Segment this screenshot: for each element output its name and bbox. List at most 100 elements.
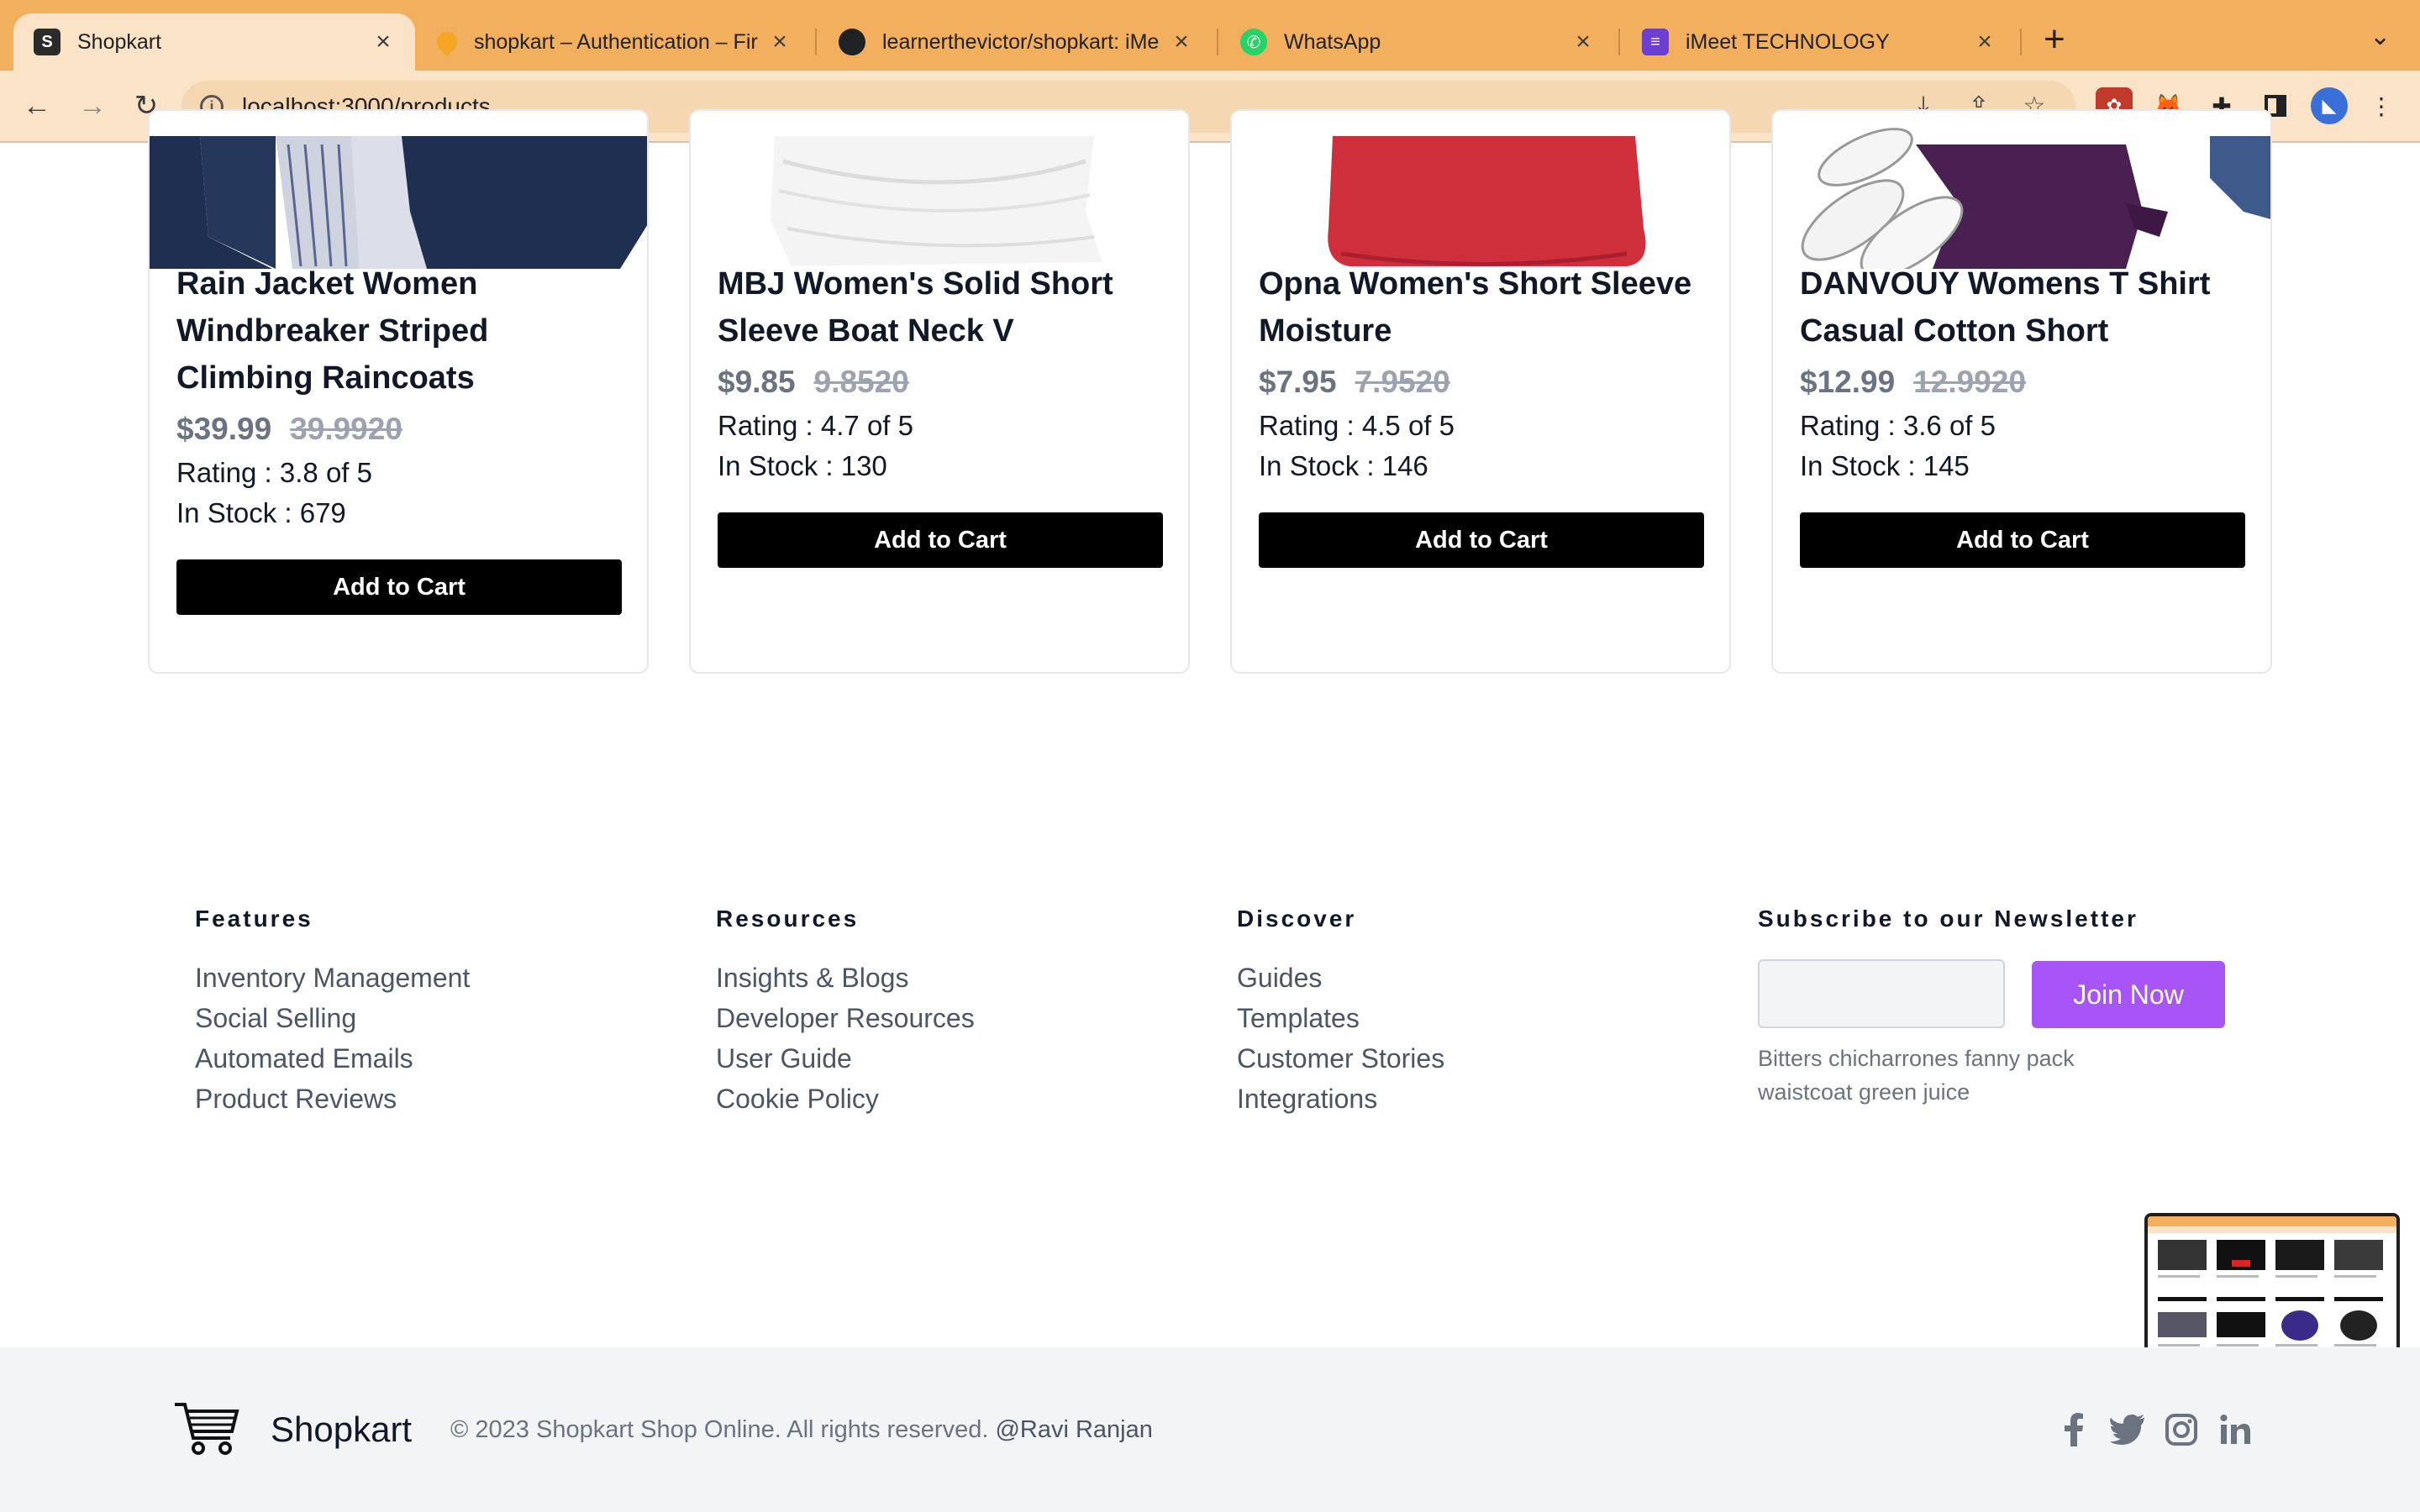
current-price: $39.99 <box>176 412 272 446</box>
tab-imeet[interactable]: ≡ iMeet TECHNOLOGY × <box>1622 13 2017 71</box>
product-card: MBJ Women's Solid Short Sleeve Boat Neck… <box>689 109 1190 674</box>
products-page: Rain Jacket Women Windbreaker Striped Cl… <box>0 109 2420 1512</box>
product-card: DANVOUY Womens T Shirt Casual Cotton Sho… <box>1771 109 2272 674</box>
add-to-cart-button[interactable]: Add to Cart <box>1259 512 1704 568</box>
tab-shopkart[interactable]: S Shopkart × <box>13 13 415 71</box>
product-name[interactable]: Rain Jacket Women Windbreaker Striped Cl… <box>176 260 630 402</box>
current-price: $9.85 <box>718 365 796 399</box>
footer-column-newsletter: Subscribe to our Newsletter <box>1758 906 2139 958</box>
add-to-cart-button[interactable]: Add to Cart <box>1800 512 2245 568</box>
footer-link[interactable]: Developer Resources <box>716 998 975 1038</box>
product-card: Rain Jacket Women Windbreaker Striped Cl… <box>148 109 649 674</box>
shopkart-favicon-icon: S <box>34 29 60 55</box>
footer-link[interactable]: Automated Emails <box>195 1038 470 1079</box>
product-stock: In Stock : 146 <box>1259 450 1428 481</box>
product-stock: In Stock : 145 <box>1800 450 1970 481</box>
close-tab-icon[interactable]: × <box>1973 28 1996 56</box>
tab-title: shopkart – Authentication – Fir <box>474 29 758 54</box>
footer-link[interactable]: Product Reviews <box>195 1079 470 1119</box>
join-now-button[interactable]: Join Now <box>2032 961 2225 1028</box>
original-price: 9.8520 <box>813 365 909 399</box>
tab-search-chevron-icon[interactable]: ⌄ <box>2370 22 2391 51</box>
product-rating: Rating : 3.8 of 5 <box>176 457 372 488</box>
tab-title: WhatsApp <box>1284 29 1381 54</box>
product-name[interactable]: Opna Women's Short Sleeve Moisture <box>1259 260 1712 354</box>
tab-separator <box>2020 29 2022 55</box>
tab-title: learnerthevictor/shopkart: iMe <box>882 29 1160 54</box>
product-price: $7.95 7.9520 <box>1259 365 1450 400</box>
product-name[interactable]: MBJ Women's Solid Short Sleeve Boat Neck… <box>718 260 1171 354</box>
copyright-text: © 2023 Shopkart Shop Online. All rights … <box>450 1416 1153 1444</box>
facebook-icon[interactable] <box>2055 1411 2092 1448</box>
tab-title: Shopkart <box>77 29 162 54</box>
back-arrow-icon[interactable]: ← <box>17 86 57 126</box>
linkedin-icon[interactable] <box>2217 1411 2254 1448</box>
footer-column-discover: Discover Guides Templates Customer Stori… <box>1237 906 1444 1119</box>
original-price: 12.9920 <box>1913 365 2026 399</box>
footer-link[interactable]: Guides <box>1237 958 1444 998</box>
product-name[interactable]: DANVOUY Womens T Shirt Casual Cotton Sho… <box>1800 260 2254 354</box>
close-tab-icon[interactable]: × <box>371 28 395 56</box>
footer-heading: Resources <box>716 906 860 932</box>
footer-column-resources: Resources Insights & Blogs Developer Res… <box>716 906 975 1119</box>
footer-column-features: Features Inventory Management Social Sel… <box>195 906 470 1119</box>
imeet-favicon-icon: ≡ <box>1642 29 1669 55</box>
tab-separator <box>1217 29 1218 55</box>
product-price: $9.85 9.8520 <box>718 365 909 400</box>
firebase-favicon-icon <box>433 28 461 56</box>
copyright-label: © 2023 Shopkart Shop Online. All rights … <box>450 1416 989 1443</box>
footer-link[interactable]: Cookie Policy <box>716 1079 975 1119</box>
product-image[interactable] <box>1773 111 2270 269</box>
close-tab-icon[interactable]: × <box>1170 28 1193 56</box>
product-image[interactable] <box>150 111 647 269</box>
footer-link[interactable]: Insights & Blogs <box>716 958 975 998</box>
new-tab-icon[interactable]: + <box>2044 18 2065 60</box>
whatsapp-favicon-icon: ✆ <box>1240 29 1267 55</box>
product-stock: In Stock : 679 <box>176 497 346 528</box>
product-image[interactable] <box>1232 111 1729 269</box>
close-tab-icon[interactable]: × <box>768 28 792 56</box>
product-card: Opna Women's Short Sleeve Moisture $7.95… <box>1230 109 1731 674</box>
tab-whatsapp[interactable]: ✆ WhatsApp × <box>1220 13 1615 71</box>
footer-heading: Discover <box>1237 906 1357 932</box>
product-rating: Rating : 4.7 of 5 <box>718 410 913 441</box>
forward-arrow-icon[interactable]: → <box>72 86 113 126</box>
github-favicon-icon <box>839 29 865 55</box>
tab-firebase[interactable]: shopkart – Authentication – Fir × <box>417 13 812 71</box>
product-price: $39.99 39.9920 <box>176 412 402 447</box>
browser-menu-icon[interactable]: ⋮ <box>2363 87 2400 124</box>
twitter-icon[interactable] <box>2109 1411 2146 1448</box>
add-to-cart-button[interactable]: Add to Cart <box>176 559 622 615</box>
profile-avatar-icon[interactable]: ◣ <box>2311 87 2348 124</box>
close-tab-icon[interactable]: × <box>1571 28 1595 56</box>
footer-link[interactable]: Templates <box>1237 998 1444 1038</box>
footer-heading: Features <box>195 906 313 932</box>
footer-link[interactable]: Inventory Management <box>195 958 470 998</box>
shopping-cart-logo-icon[interactable] <box>173 1401 240 1457</box>
footer-link[interactable]: Social Selling <box>195 998 470 1038</box>
tab-title: iMeet TECHNOLOGY <box>1686 29 1890 54</box>
product-price: $12.99 12.9920 <box>1800 365 2026 400</box>
current-price: $12.99 <box>1800 365 1896 399</box>
tab-separator <box>815 29 817 55</box>
product-rating: Rating : 4.5 of 5 <box>1259 410 1455 441</box>
add-to-cart-button[interactable]: Add to Cart <box>718 512 1163 568</box>
current-price: $7.95 <box>1259 365 1337 399</box>
author-link[interactable]: @Ravi Ranjan <box>995 1416 1152 1443</box>
instagram-icon[interactable] <box>2163 1411 2200 1448</box>
product-rating: Rating : 3.6 of 5 <box>1800 410 1996 441</box>
product-image[interactable] <box>691 111 1188 269</box>
footer-brand-name[interactable]: Shopkart <box>271 1410 412 1450</box>
footer-link[interactable]: Integrations <box>1237 1079 1444 1119</box>
tab-strip: S Shopkart × shopkart – Authentication –… <box>0 0 2420 71</box>
footer-link[interactable]: User Guide <box>716 1038 975 1079</box>
newsletter-note: Bitters chicharrones fanny pack waistcoa… <box>1758 1046 2075 1105</box>
original-price: 7.9520 <box>1355 365 1450 399</box>
tab-github[interactable]: learnerthevictor/shopkart: iMe × <box>818 13 1213 71</box>
original-price: 39.9920 <box>290 412 402 446</box>
product-stock: In Stock : 130 <box>718 450 887 481</box>
footer-link[interactable]: Customer Stories <box>1237 1038 1444 1079</box>
newsletter-email-input[interactable] <box>1758 959 2005 1028</box>
tab-separator <box>1618 29 1620 55</box>
newsletter-heading: Subscribe to our Newsletter <box>1758 906 2139 932</box>
